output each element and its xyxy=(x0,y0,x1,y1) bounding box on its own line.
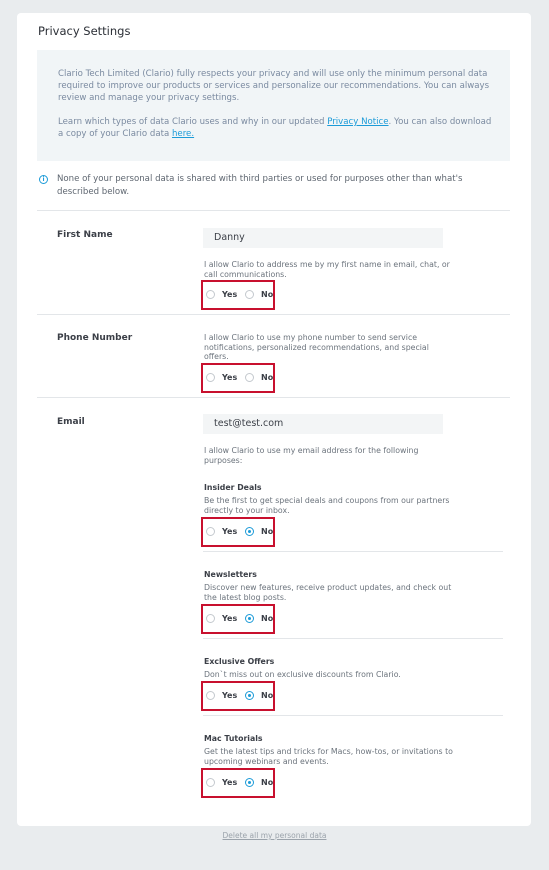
no-label: No xyxy=(261,614,274,623)
radio-circle xyxy=(206,778,215,787)
radio-circle-selected xyxy=(245,527,254,536)
radio-circle xyxy=(206,614,215,623)
insider-deals-no-radio[interactable]: No xyxy=(245,527,273,536)
radio-circle-selected xyxy=(245,614,254,623)
insider-deals-radio-group: Yes No xyxy=(201,517,275,547)
first-name-field[interactable]: Danny xyxy=(203,228,443,248)
no-label: No xyxy=(261,691,274,700)
notice-paragraph-2: Learn which types of data Clario uses an… xyxy=(58,116,492,140)
yes-label: Yes xyxy=(222,691,238,700)
newsletters-radio-group: Yes No xyxy=(201,604,275,634)
info-icon: i xyxy=(39,175,48,184)
yes-label: Yes xyxy=(222,614,238,623)
divider xyxy=(37,210,510,211)
radio-circle xyxy=(245,373,254,382)
delete-personal-data-link[interactable]: Delete all my personal data xyxy=(0,831,549,840)
insider-deals-desc: Be the first to get special deals and co… xyxy=(204,496,450,515)
mac-tutorials-yes-radio[interactable]: Yes xyxy=(206,778,237,787)
phone-consent-text: I allow Clario to use my phone number to… xyxy=(204,333,429,361)
exclusive-offers-no-radio[interactable]: No xyxy=(245,691,273,700)
newsletters-yes-radio[interactable]: Yes xyxy=(206,614,237,623)
yes-label: Yes xyxy=(222,778,238,787)
exclusive-offers-desc: Don`t miss out on exclusive discounts fr… xyxy=(204,670,401,679)
first-name-label: First Name xyxy=(57,230,113,240)
mac-tutorials-radio-group: Yes No xyxy=(201,768,275,798)
insider-deals-yes-radio[interactable]: Yes xyxy=(206,527,237,536)
privacy-notice-box: Clario Tech Limited (Clario) fully respe… xyxy=(37,50,510,161)
first-name-yes-radio[interactable]: Yes xyxy=(206,290,237,299)
divider xyxy=(37,314,510,315)
no-label: No xyxy=(261,778,274,787)
radio-circle xyxy=(206,691,215,700)
notice-text: Learn which types of data Clario uses an… xyxy=(58,117,328,127)
email-field[interactable]: test@test.com xyxy=(203,414,443,434)
mac-tutorials-label: Mac Tutorials xyxy=(204,734,263,743)
divider xyxy=(203,551,503,552)
newsletters-desc: Discover new features, receive product u… xyxy=(204,583,452,602)
yes-label: Yes xyxy=(222,527,238,536)
radio-circle xyxy=(206,373,215,382)
insider-deals-label: Insider Deals xyxy=(204,483,262,492)
info-text: None of your personal data is shared wit… xyxy=(57,174,463,197)
notice-paragraph-1: Clario Tech Limited (Clario) fully respe… xyxy=(58,69,490,103)
no-label: No xyxy=(261,373,274,382)
mac-tutorials-no-radio[interactable]: No xyxy=(245,778,273,787)
newsletters-label: Newsletters xyxy=(204,570,257,579)
radio-circle-selected xyxy=(245,778,254,787)
exclusive-offers-radio-group: Yes No xyxy=(201,681,275,711)
email-label: Email xyxy=(57,417,85,427)
radio-circle-selected xyxy=(245,691,254,700)
exclusive-offers-label: Exclusive Offers xyxy=(204,657,275,666)
yes-label: Yes xyxy=(222,290,238,299)
divider xyxy=(203,715,503,716)
divider xyxy=(203,638,503,639)
phone-consent-radio-group: Yes No xyxy=(201,363,275,393)
phone-yes-radio[interactable]: Yes xyxy=(206,373,237,382)
no-label: No xyxy=(261,527,274,536)
no-label: No xyxy=(261,290,274,299)
first-name-no-radio[interactable]: No xyxy=(245,290,273,299)
divider xyxy=(37,397,510,398)
radio-circle xyxy=(206,527,215,536)
first-name-consent-text: I allow Clario to address me by my first… xyxy=(204,260,450,279)
radio-circle xyxy=(245,290,254,299)
radio-circle xyxy=(206,290,215,299)
email-consent-text: I allow Clario to use my email address f… xyxy=(204,446,419,465)
exclusive-offers-yes-radio[interactable]: Yes xyxy=(206,691,237,700)
yes-label: Yes xyxy=(222,373,238,382)
privacy-settings-card: Privacy Settings Clario Tech Limited (Cl… xyxy=(17,13,531,826)
phone-no-radio[interactable]: No xyxy=(245,373,273,382)
download-data-link[interactable]: here. xyxy=(172,129,194,139)
page-title: Privacy Settings xyxy=(38,24,131,38)
privacy-notice-link[interactable]: Privacy Notice xyxy=(327,117,388,127)
phone-number-label: Phone Number xyxy=(57,333,133,343)
mac-tutorials-desc: Get the latest tips and tricks for Macs,… xyxy=(204,747,453,766)
newsletters-no-radio[interactable]: No xyxy=(245,614,273,623)
first-name-consent-radio-group: Yes No xyxy=(201,280,275,310)
